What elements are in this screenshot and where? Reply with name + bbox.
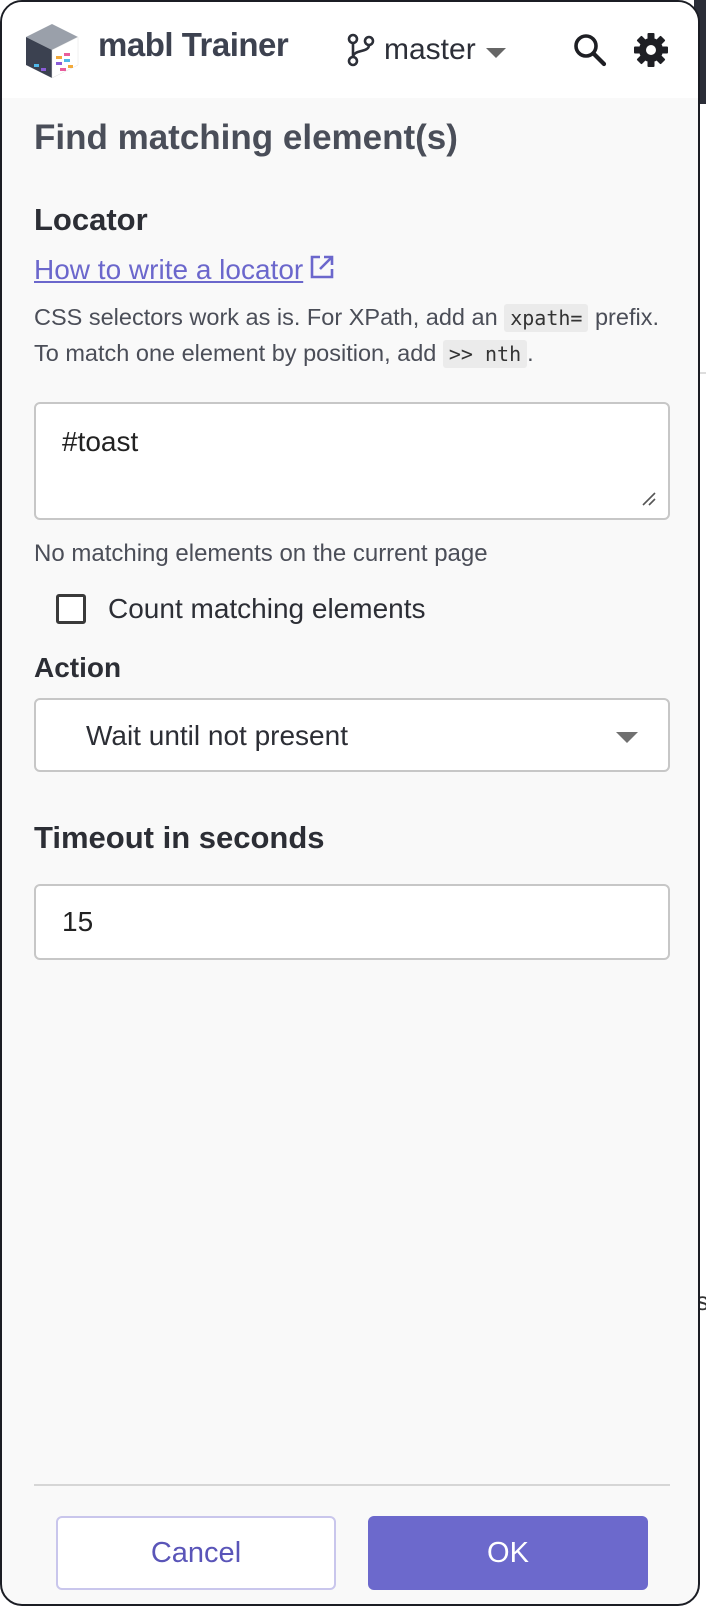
- external-link-icon: [310, 255, 334, 279]
- gear-icon[interactable]: [633, 32, 669, 68]
- chevron-down-icon: [616, 732, 638, 743]
- mabl-cube-logo-icon: [26, 24, 79, 79]
- locator-field: #toast: [34, 402, 670, 520]
- cancel-button[interactable]: Cancel: [56, 1516, 336, 1590]
- locator-label: Locator: [34, 202, 148, 237]
- search-icon[interactable]: [572, 32, 608, 68]
- nth-code: >> nth: [442, 340, 528, 368]
- trainer-panel: mabl Trainer master Find matching elemen…: [0, 0, 700, 1606]
- branch-name: master: [384, 33, 476, 66]
- action-selected-value: Wait until not present: [86, 720, 348, 751]
- footer-divider: [34, 1484, 670, 1486]
- page-title: Find matching element(s): [34, 118, 458, 157]
- locator-hint: CSS selectors work as is. For XPath, add…: [34, 300, 674, 372]
- action-label: Action: [34, 652, 122, 683]
- locator-help-link-text: How to write a locator: [34, 254, 304, 285]
- hint-text-1: CSS selectors work as is. For XPath, add…: [34, 304, 505, 330]
- action-select[interactable]: Wait until not present: [34, 698, 670, 772]
- ok-button[interactable]: OK: [368, 1516, 648, 1590]
- xpath-prefix-code: xpath=: [504, 304, 589, 332]
- header: mabl Trainer master: [2, 2, 698, 98]
- chevron-down-icon: [485, 48, 506, 58]
- branch-selector[interactable]: master: [346, 28, 506, 72]
- locator-input[interactable]: #toast: [36, 404, 668, 518]
- count-matching-checkbox[interactable]: [56, 594, 86, 624]
- resize-handle-icon[interactable]: [640, 490, 656, 506]
- app-title: mabl Trainer: [98, 26, 289, 63]
- timeout-label: Timeout in seconds: [34, 820, 325, 855]
- timeout-input[interactable]: [34, 884, 670, 960]
- match-status: No matching elements on the current page: [34, 540, 488, 567]
- count-matching-label: Count matching elements: [108, 593, 426, 624]
- git-branch-icon: [347, 33, 375, 67]
- count-matching-toggle[interactable]: Count matching elements: [56, 592, 426, 626]
- hint-text-3: .: [527, 340, 534, 366]
- locator-help-link[interactable]: How to write a locator: [34, 254, 335, 286]
